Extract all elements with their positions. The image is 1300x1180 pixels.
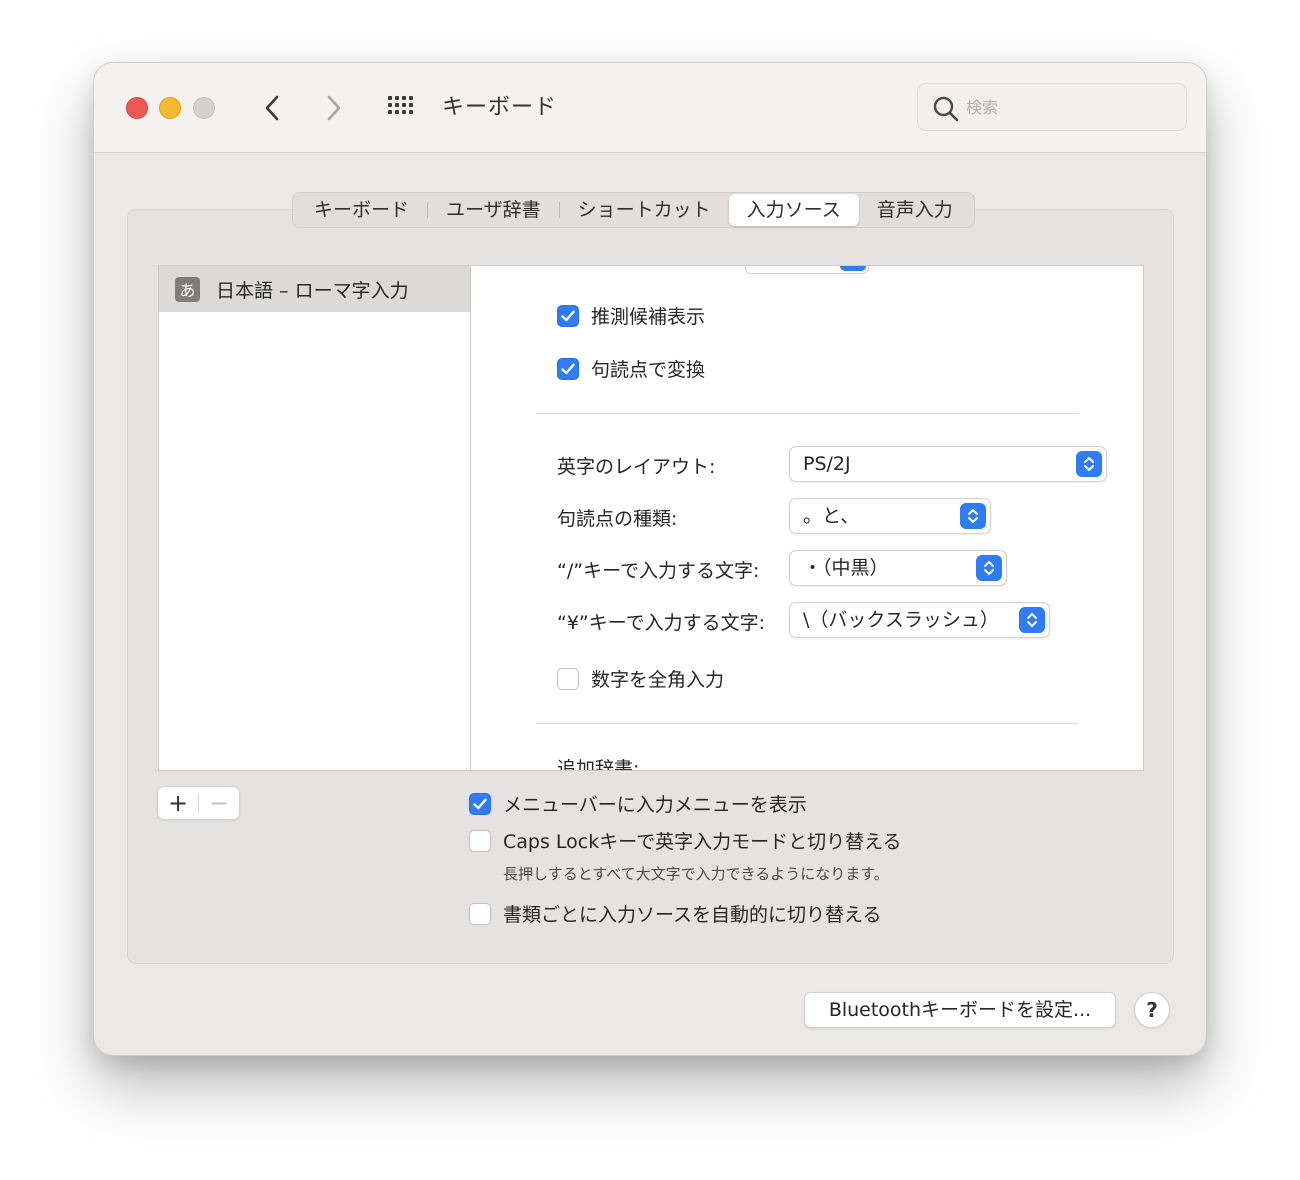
caps-lock-switch-row: Caps Lockキーで英字入力モードと切り替える [469,827,902,854]
list-item-japanese-romaji[interactable]: あ 日本語 – ローマ字入力 [159,266,470,312]
yen-key-char-select[interactable]: \（バックスラッシュ） [789,602,1050,638]
updown-chevron-icon [1019,607,1045,633]
show-input-menu-row: メニューバーに入力メニューを表示 [469,790,807,817]
preferences-window: キーボード キーボード ユーザ辞書 ショートカット 入力ソース 音声入力 あ 日… [93,62,1207,1056]
tab-keyboard[interactable]: キーボード [296,194,427,226]
predictive-candidates-row: 推測候補表示 [557,302,705,329]
input-source-settings: 推測候補表示 句読点で変換 英字のレイアウト: PS/2J 句読点の種類: 。と… [470,265,1144,771]
tab-user-dictionary[interactable]: ユーザ辞書 [428,194,559,226]
chevron-right-icon [327,95,341,121]
tab-bar: キーボード ユーザ辞書 ショートカット 入力ソース 音声入力 [292,192,975,228]
close-button[interactable] [126,97,148,119]
partial-popup-button[interactable] [745,266,869,274]
show-input-menu-checkbox[interactable] [469,792,491,815]
auto-switch-label: 書類ごとに入力ソースを自動的に切り替える [503,904,882,926]
yen-key-char-label: “¥”キーで入力する文字: [557,612,766,634]
slash-key-char-select[interactable]: ・（中黒） [789,550,1007,586]
fullwidth-numbers-checkbox[interactable] [557,667,579,690]
caps-lock-switch-checkbox[interactable] [469,829,491,852]
chevron-left-icon [265,95,279,121]
caps-lock-switch-label: Caps Lockキーで英字入力モードと切り替える [503,831,902,853]
popup-arrow-icon [840,266,866,271]
additional-dictionaries-label: 追加辞書: [557,758,640,771]
search-icon [933,96,959,122]
add-input-source-button[interactable]: + [158,787,198,819]
auto-switch-row: 書類ごとに入力ソースを自動的に切り替える [469,900,881,927]
alphabet-layout-label: 英字のレイアウト: [557,456,716,478]
back-button[interactable] [257,91,287,125]
punctuation-type-value: 。と、 [803,505,860,527]
window-title: キーボード [442,95,558,120]
search-box[interactable] [917,83,1187,131]
tab-input-sources[interactable]: 入力ソース [728,194,859,226]
section-divider [536,723,1078,724]
yen-key-char-value: \（バックスラッシュ） [803,609,999,631]
help-button[interactable]: ? [1134,992,1170,1028]
convert-on-punctuation-label: 句読点で変換 [591,359,706,381]
updown-chevron-icon [960,503,986,529]
remove-input-source-button[interactable]: − [199,787,239,819]
setup-bluetooth-keyboard-button[interactable]: Bluetoothキーボードを設定... [804,992,1116,1028]
predictive-candidates-label: 推測候補表示 [591,306,706,328]
alphabet-layout-value: PS/2J [803,453,851,475]
slash-key-char-label: “/”キーで入力する文字: [557,560,760,582]
forward-button[interactable] [319,91,349,125]
hiragana-a-icon: あ [175,276,200,302]
updown-chevron-icon [1076,451,1102,477]
alphabet-layout-select[interactable]: PS/2J [789,446,1107,482]
search-input[interactable] [966,92,1176,122]
convert-on-punctuation-checkbox[interactable] [557,357,579,380]
updown-chevron-icon [976,555,1002,581]
zoom-button[interactable] [193,97,215,119]
checkmark-icon [561,310,575,321]
auto-switch-checkbox[interactable] [469,902,491,925]
show-input-menu-label: メニューバーに入力メニューを表示 [503,794,807,816]
input-source-list: あ 日本語 – ローマ字入力 [158,265,470,771]
fullwidth-numbers-row: 数字を全角入力 [557,665,724,692]
slash-key-char-value: ・（中黒） [803,557,889,579]
list-item-label: 日本語 – ローマ字入力 [216,279,409,302]
convert-on-punctuation-row: 句読点で変換 [557,355,705,382]
punctuation-type-select[interactable]: 。と、 [789,498,991,534]
caps-lock-note: 長押しするとすべて大文字で入力できるようになります。 [503,865,889,883]
grid-icon [388,96,413,114]
add-remove-control: + − [157,786,240,820]
tab-shortcuts[interactable]: ショートカット [560,194,729,226]
punctuation-type-label: 句読点の種類: [557,508,678,530]
checkmark-icon [473,798,487,809]
predictive-candidates-checkbox[interactable] [557,304,579,327]
fullwidth-numbers-label: 数字を全角入力 [591,669,725,691]
checkmark-icon [561,363,575,374]
show-all-button[interactable] [386,93,420,123]
minimize-button[interactable] [159,97,181,119]
section-divider [536,413,1078,414]
title-bar: キーボード [94,63,1206,153]
tab-dictation[interactable]: 音声入力 [859,194,971,226]
